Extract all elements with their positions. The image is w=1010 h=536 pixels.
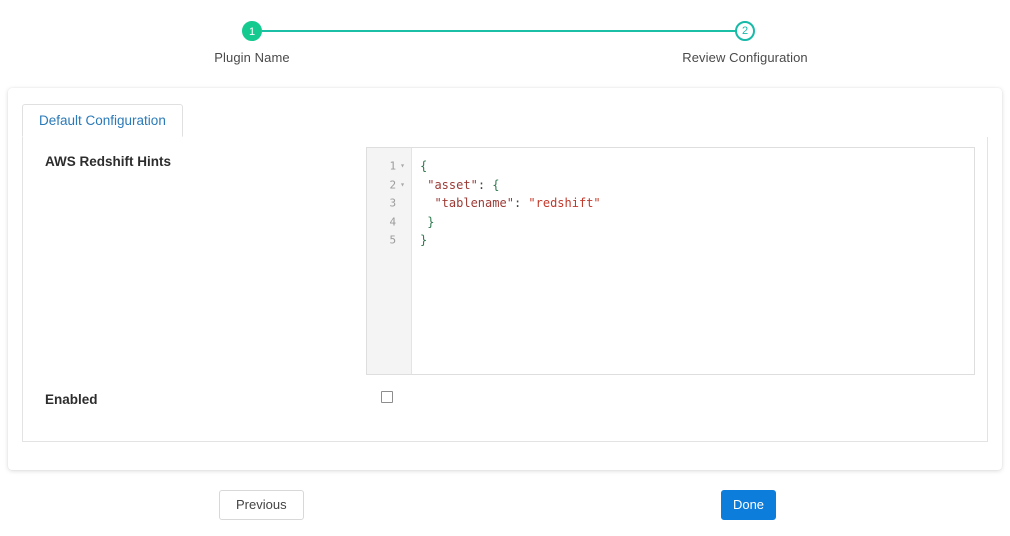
step-1-label: Plugin Name <box>214 50 290 65</box>
step-1-circle[interactable]: 1 <box>242 21 262 41</box>
previous-button[interactable]: Previous <box>219 490 304 520</box>
code-line-5[interactable]: } <box>420 231 974 250</box>
token-brace-open-asset: { <box>492 177 500 192</box>
code-line-3[interactable]: "tablename": "redshift" <box>420 194 974 213</box>
step-2-label: Review Configuration <box>682 50 808 65</box>
token-brace-close-asset: } <box>427 214 435 229</box>
wizard-footer: Previous Done <box>0 470 1010 536</box>
code-line-2[interactable]: "asset": { <box>420 176 974 195</box>
gutter-line-5[interactable]: 5▾ <box>367 231 411 250</box>
stepper-step-plugin-name[interactable]: 1 Plugin Name <box>162 21 342 65</box>
line-number-1: 1 <box>389 159 397 173</box>
done-button[interactable]: Done <box>721 490 776 520</box>
enabled-label: Enabled <box>45 392 98 407</box>
tab-default-configuration[interactable]: Default Configuration <box>22 104 183 137</box>
line-number-4: 4 <box>389 215 397 229</box>
enabled-checkbox[interactable] <box>381 391 393 403</box>
configuration-panel: AWS Redshift Hints 1▾ 2▾ 3▾ 4▾ 5▾ { "ass… <box>22 137 988 442</box>
gutter-line-1[interactable]: 1 ▾ <box>367 157 411 176</box>
token-brace-open-root: { <box>420 159 428 173</box>
gutter-line-4[interactable]: 4▾ <box>367 213 411 232</box>
token-brace-close-root: } <box>420 233 428 248</box>
configuration-card: Default Configuration AWS Redshift Hints… <box>8 88 1002 470</box>
editor-gutter: 1▾ 2▾ 3▾ 4▾ 5▾ <box>367 148 412 374</box>
aws-redshift-hints-label: AWS Redshift Hints <box>45 154 172 169</box>
tab-strip: Default Configuration <box>22 104 988 138</box>
wizard-stepper: 1 Plugin Name 2 Review Configuration <box>0 0 1010 84</box>
token-string-redshift: "redshift" <box>528 196 601 211</box>
stepper-step-review-configuration[interactable]: 2 Review Configuration <box>655 21 835 65</box>
step-2-circle[interactable]: 2 <box>735 21 755 41</box>
line-number-3: 3 <box>389 196 397 210</box>
stepper-connector-line <box>262 30 745 32</box>
line-number-5: 5 <box>389 233 397 247</box>
token-key-tablename: "tablename" <box>434 196 514 211</box>
fold-arrow-icon-2[interactable]: ▾ <box>400 176 405 195</box>
gutter-line-3[interactable]: 3▾ <box>367 194 411 213</box>
code-line-1[interactable]: { <box>420 157 974 176</box>
token-key-asset: "asset" <box>427 177 478 192</box>
token-colon-tablename: : <box>513 196 529 211</box>
aws-redshift-hints-code-editor[interactable]: 1▾ 2▾ 3▾ 4▾ 5▾ { "asset": { "tablename":… <box>366 147 975 375</box>
gutter-line-2[interactable]: 2 ▾ <box>367 176 411 195</box>
line-number-2: 2 <box>389 177 397 191</box>
token-colon-asset: : <box>477 177 493 192</box>
code-line-4[interactable]: } <box>420 213 974 232</box>
fold-arrow-icon-1[interactable]: ▾ <box>400 157 405 176</box>
editor-code-area[interactable]: { "asset": { "tablename": "redshift" } } <box>412 148 974 374</box>
